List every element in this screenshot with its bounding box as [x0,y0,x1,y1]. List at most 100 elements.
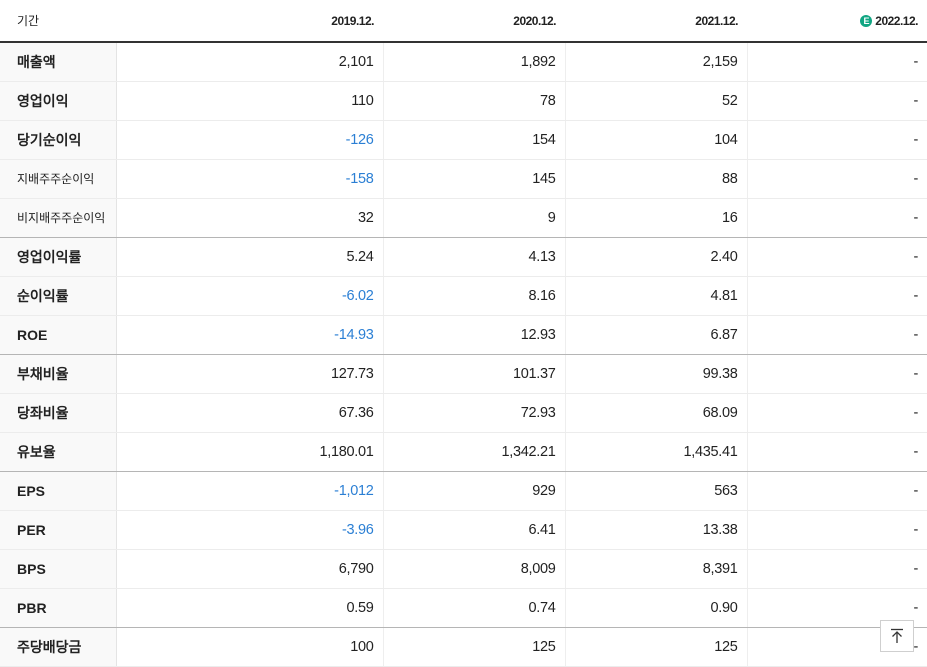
cell-value: 5.24 [116,237,384,277]
cell-value: 12.93 [383,315,566,355]
table-row: 유보율 1,180.01 1,342.21 1,435.41- [0,432,927,472]
row-label: 당좌비율 [0,393,117,433]
cell-value: 110 [116,81,384,121]
cell-value: 2,101 [116,42,384,82]
cell-value: -6.02 [116,276,384,316]
table-row: 당기순이익 -126 154 104- [0,120,927,160]
cell-value: 16 [565,198,748,238]
table-row: ROE -14.93 12.93 6.87- [0,315,927,355]
cell-value: 100 [116,627,384,667]
cell-value: 101.37 [383,354,566,394]
arrow-up-to-top-icon [891,628,903,643]
cell-value: - [747,471,927,511]
period-2020: 2020.12. [383,0,565,43]
row-label: ROE [0,315,117,355]
cell-value: 563 [565,471,748,511]
cell-value: 0.59 [116,588,384,628]
table-row: PBR 0.59 0.74 0.90- [0,588,927,628]
cell-value: 78 [383,81,566,121]
scroll-to-top-button[interactable] [880,620,914,652]
cell-value: - [747,432,927,472]
cell-value: -126 [116,120,384,160]
cell-value: -3.96 [116,510,384,550]
cell-value: 929 [383,471,566,511]
period-2021: 2021.12. [565,0,747,43]
row-label: 영업이익 [0,81,117,121]
period-2022: 2022.12. [875,13,918,28]
cell-value: 1,892 [383,42,566,82]
table-row: 주당배당금 100 125 125- [0,627,927,667]
row-label: 유보율 [0,432,117,472]
cell-value: 8.16 [383,276,566,316]
cell-value: 8,009 [383,549,566,589]
cell-value: 127.73 [116,354,384,394]
period-2019: 2019.12. [116,0,383,43]
estimate-icon: E [860,14,873,27]
cell-value: 99.38 [565,354,748,394]
cell-value: - [747,549,927,589]
cell-value: 52 [565,81,748,121]
cell-value: - [747,276,927,316]
cell-value: 4.81 [565,276,748,316]
cell-value: 6,790 [116,549,384,589]
cell-value: - [747,315,927,355]
cell-value: - [747,510,927,550]
row-label: 매출액 [0,42,117,82]
cell-value: -14.93 [116,315,384,355]
row-label: 영업이익률 [0,237,117,277]
cell-value: - [747,81,927,121]
row-label: 부채비율 [0,354,117,394]
financial-summary-table: 기간 2019.12. 2020.12. 2021.12. E 2022.12. … [0,0,927,667]
table-row: 비지배주주순이익 32 9 16- [0,198,927,238]
cell-value: - [747,42,927,82]
row-label: BPS [0,549,117,589]
table-row: 부채비율 127.73 101.37 99.38- [0,354,927,394]
table-row: 영업이익률 5.24 4.13 2.40- [0,237,927,277]
row-label: EPS [0,471,117,511]
table-row: 순이익률 -6.02 8.16 4.81- [0,276,927,316]
row-label: 주당배당금 [0,627,117,667]
cell-value: 72.93 [383,393,566,433]
cell-value: 2,159 [565,42,748,82]
cell-value: 1,435.41 [565,432,748,472]
cell-value: - [747,393,927,433]
cell-value: 6.41 [383,510,566,550]
table-row: 매출액 2,101 1,892 2,159- [0,42,927,82]
cell-value: 8,391 [565,549,748,589]
row-label: PBR [0,588,117,628]
cell-value: 88 [565,159,748,199]
cell-value: 125 [383,627,566,667]
cell-value: 145 [383,159,566,199]
cell-value: - [747,159,927,199]
header-row: 기간 2019.12. 2020.12. 2021.12. E 2022.12. [0,0,927,43]
cell-value: 9 [383,198,566,238]
cell-value: - [747,120,927,160]
cell-value: - [747,354,927,394]
row-label: 비지배주주순이익 [0,198,117,238]
row-label: PER [0,510,117,550]
table-row: PER -3.96 6.41 13.38- [0,510,927,550]
cell-value: 32 [116,198,384,238]
table-row: 당좌비율 67.36 72.93 68.09- [0,393,927,433]
cell-value: 1,180.01 [116,432,384,472]
row-label: 당기순이익 [0,120,117,160]
row-label: 지배주주순이익 [0,159,117,199]
cell-value: 13.38 [565,510,748,550]
cell-value: 0.90 [565,588,748,628]
cell-value: 68.09 [565,393,748,433]
table-row: 영업이익 110 78 52- [0,81,927,121]
cell-value: 0.74 [383,588,566,628]
table-row: EPS -1,012 929 563- [0,471,927,511]
cell-value: 154 [383,120,566,160]
cell-value: 2.40 [565,237,748,277]
cell-value: 104 [565,120,748,160]
cell-value: 6.87 [565,315,748,355]
period-2022-estimate: E 2022.12. [747,0,927,43]
cell-value: 67.36 [116,393,384,433]
table-row: BPS 6,790 8,009 8,391- [0,549,927,589]
cell-value: - [747,237,927,277]
cell-value: -158 [116,159,384,199]
cell-value: - [747,198,927,238]
period-header: 기간 [0,0,116,43]
row-label: 순이익률 [0,276,117,316]
